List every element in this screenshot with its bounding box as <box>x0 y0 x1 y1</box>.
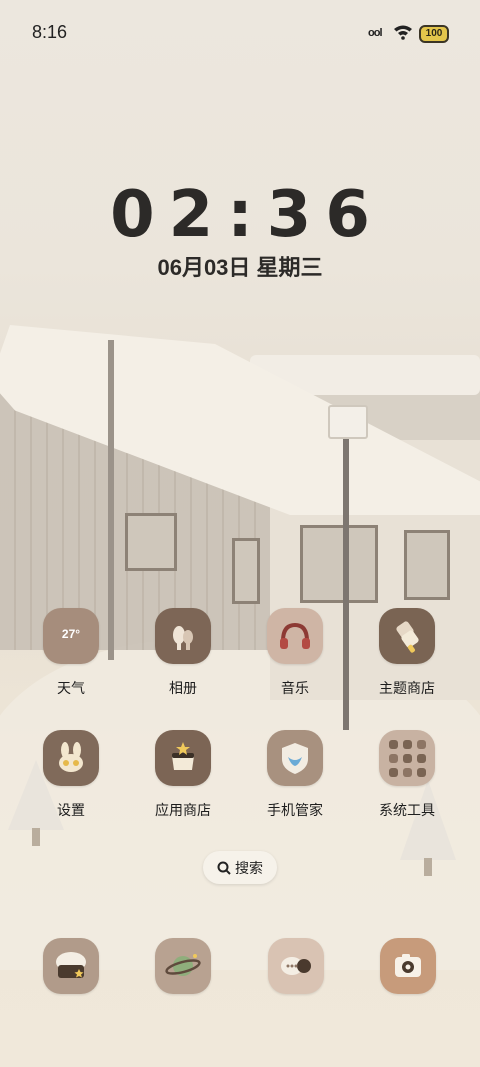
app-system-tools-folder[interactable]: 系统工具 <box>352 730 462 820</box>
wallpaper-tree-trunk <box>32 828 40 846</box>
app-store-icon <box>155 730 211 786</box>
home-screen: 8:16 ооl 100 02:36 06月03日 星期三 27° 天气 相册 <box>0 0 480 1067</box>
gallery-icon <box>155 608 211 664</box>
clock-widget[interactable]: 02:36 06月03日 星期三 <box>0 178 480 282</box>
wallpaper-house-roof <box>0 325 480 515</box>
app-label: 手机管家 <box>267 802 323 818</box>
app-label: 音乐 <box>281 680 309 696</box>
app-settings[interactable]: 设置 <box>16 730 126 820</box>
dock-browser-icon[interactable] <box>43 938 99 994</box>
wallpaper-house-right-roof <box>250 355 480 395</box>
phone-manager-icon <box>267 730 323 786</box>
wallpaper-tree-trunk <box>424 858 432 876</box>
wallpaper-house-wall <box>0 360 300 650</box>
status-time: 8:16 <box>32 22 68 42</box>
app-label: 天气 <box>57 680 85 696</box>
app-music[interactable]: 音乐 <box>240 608 350 698</box>
planet-icon <box>165 954 201 976</box>
weather-temperature-badge: 27° <box>61 627 81 641</box>
dock-messages-icon[interactable] <box>268 938 324 994</box>
app-phone-manager[interactable]: 手机管家 <box>240 730 350 820</box>
wifi-icon <box>394 25 412 40</box>
wallpaper-window <box>300 525 378 603</box>
app-gallery[interactable]: 相册 <box>128 608 238 698</box>
status-bar: 8:16 ооl 100 <box>0 0 480 68</box>
wallpaper-building-back <box>300 375 480 465</box>
messages-icon <box>281 957 311 975</box>
theme-store-icon <box>379 608 435 664</box>
search-label: 搜索 <box>235 859 263 876</box>
camera-icon <box>395 954 421 977</box>
app-app-store[interactable]: 应用商店 <box>128 730 238 820</box>
app-label: 应用商店 <box>155 802 211 818</box>
app-theme-store[interactable]: 主题商店 <box>352 608 462 698</box>
system-tools-folder-icon <box>379 730 435 786</box>
clock-time: 02:36 <box>110 178 384 252</box>
search-button[interactable]: 搜索 <box>203 851 277 884</box>
app-label: 系统工具 <box>379 802 435 818</box>
app-label: 设置 <box>57 802 85 818</box>
wallpaper-window <box>404 530 450 600</box>
browser-icon <box>56 952 86 978</box>
clock-date: 06月03日 星期三 <box>157 255 323 280</box>
app-label: 主题商店 <box>379 680 435 696</box>
signal-icon: ооl <box>368 27 382 39</box>
app-weather[interactable]: 27° 天气 <box>16 608 126 698</box>
app-label: 相册 <box>169 680 197 696</box>
weather-icon: 27° <box>43 608 99 664</box>
wallpaper-lamp-head <box>328 405 368 439</box>
dock-camera-icon[interactable] <box>380 938 436 994</box>
music-icon <box>267 608 323 664</box>
battery-icon: 100 <box>419 25 449 43</box>
wallpaper-window <box>232 538 260 604</box>
wallpaper-window <box>125 513 177 571</box>
settings-icon <box>43 730 99 786</box>
search-icon <box>217 861 231 875</box>
dock-planet-icon[interactable] <box>155 938 211 994</box>
